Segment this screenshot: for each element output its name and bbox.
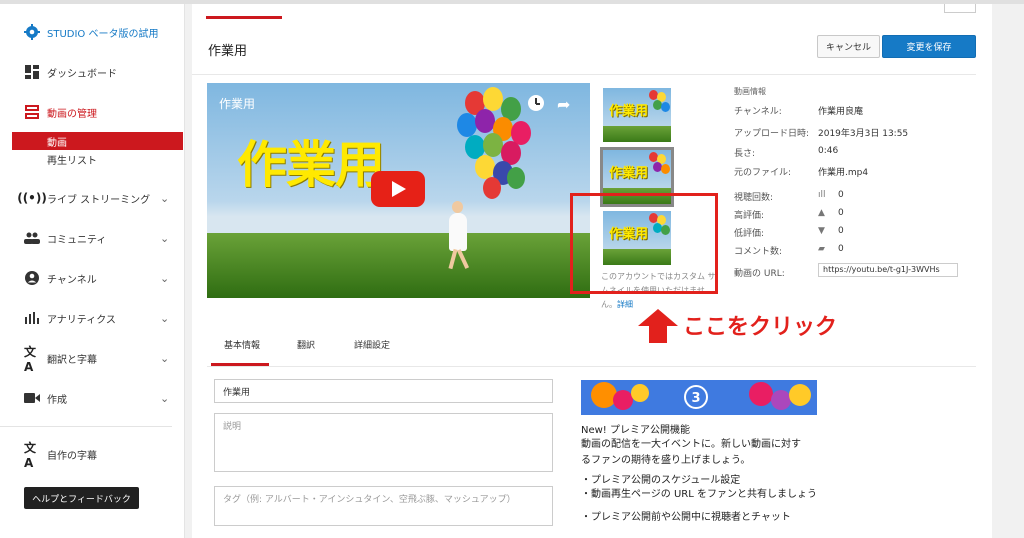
info-comments: コメント数: ▰ 0 (734, 244, 844, 257)
page-title: 作業用 (208, 44, 248, 59)
thumbs-up-icon: ▲ (818, 208, 825, 218)
sidebar-item-channel[interactable]: チャンネル ⌄ (0, 264, 184, 292)
chevron-down-icon: ⌄ (160, 391, 170, 405)
sidebar-item-analytics[interactable]: アナリティクス ⌄ (0, 304, 184, 332)
sidebar-divider (0, 426, 172, 427)
corner-control[interactable] (944, 4, 976, 13)
gear-icon (24, 24, 40, 40)
tab-advanced-settings[interactable]: 詳細設定 (354, 338, 390, 351)
info-length: 長さ: 0:46 (734, 146, 839, 159)
description-textarea[interactable]: 説明 (214, 413, 553, 472)
account-icon (24, 270, 40, 286)
sidebar-item-video-manager[interactable]: 動画の管理 (0, 98, 184, 126)
sidebar-item-playlists[interactable]: 再生リスト (12, 150, 183, 168)
chevron-down-icon: ⌄ (160, 191, 170, 205)
sidebar-item-label: 再生リスト (47, 155, 97, 167)
channel-link[interactable]: 作業用良庵 (818, 104, 863, 117)
sidebar-item-dashboard[interactable]: ダッシュボード (0, 58, 184, 86)
promo-bullet: ・プレミア公開前や公開中に視聴者とチャット (581, 512, 791, 523)
details-link[interactable]: 詳細 (617, 300, 633, 309)
sidebar-item-label: 自作の字幕 (47, 450, 97, 462)
info-original-file: 元のファイル: 作業用.mp4 (734, 168, 869, 178)
share-icon[interactable]: ➦ (557, 95, 570, 114)
title-input[interactable]: 作業用 (214, 379, 553, 403)
active-indicator (206, 16, 282, 19)
video-manager-icon (24, 104, 40, 120)
live-icon: ((•)) (17, 191, 47, 205)
tabs-divider (207, 366, 976, 367)
main-panel: 作業用 キャンセル 変更を保存 作業用 作業用 ➦ 作業用 作業用 作業用 この… (192, 4, 992, 538)
help-feedback-button[interactable]: ヘルプとフィードバック (24, 487, 139, 509)
translate-icon: 文A (24, 440, 37, 470)
translate-icon: 文A (24, 344, 37, 374)
play-button[interactable] (371, 171, 425, 207)
comment-icon: ▰ (818, 244, 825, 254)
sidebar-item-translations[interactable]: 文A 翻訳と字幕 ⌄ (0, 344, 184, 374)
video-url-field[interactable] (818, 263, 958, 277)
sidebar-item-your-subtitles[interactable]: 文A 自作の字幕 (0, 440, 184, 470)
sidebar: STUDIO ベータ版の試用 ダッシュボード 動画の管理 動画 再生リスト ((… (0, 4, 185, 538)
video-info-heading: 動画情報 (734, 87, 766, 96)
chevron-down-icon: ⌄ (160, 271, 170, 285)
promo-title: New! プレミア公開機能 (581, 425, 690, 436)
header-divider (192, 74, 976, 75)
info-views: 視聴回数: ıll 0 (734, 190, 844, 203)
sidebar-item-label: コミュニティ (47, 234, 107, 246)
video-overlay-title: 作業用 (219, 97, 256, 111)
promo-line: るファンの期待を盛り上げましょう。 (581, 455, 751, 466)
video-player[interactable]: 作業用 作業用 ➦ (207, 83, 590, 298)
chevron-down-icon: ⌄ (160, 231, 170, 245)
save-button[interactable]: 変更を保存 (882, 35, 976, 58)
tags-input[interactable]: タグ（例: アルバート・アインシュタイン、空飛ぶ豚、マッシュアップ） (214, 486, 553, 526)
info-dislikes: 低評価: ▼ 0 (734, 226, 844, 239)
watch-later-icon[interactable] (528, 95, 544, 111)
sidebar-item-label: アナリティクス (47, 314, 116, 326)
sidebar-item-label: 動画の管理 (47, 108, 97, 120)
sidebar-item-live[interactable]: ((•)) ライブ ストリーミング ⌄ (0, 184, 184, 212)
dashboard-icon (24, 64, 40, 80)
people-icon (24, 230, 40, 246)
thumbnail-option-1[interactable]: 作業用 (603, 88, 671, 142)
info-upload-date: アップロード日時: 2019年3月3日 13:55 (734, 129, 909, 139)
thumbnail-text: 作業用 (609, 104, 649, 119)
chevron-down-icon: ⌄ (160, 311, 170, 325)
sidebar-item-community[interactable]: コミュニティ ⌄ (0, 224, 184, 252)
chevron-down-icon: ⌄ (160, 351, 170, 365)
cancel-button[interactable]: キャンセル (817, 35, 880, 58)
annotation-text: ここをクリック (683, 315, 838, 340)
sidebar-item-videos[interactable]: 動画 (12, 132, 183, 150)
sidebar-item-create[interactable]: 作成 ⌄ (0, 384, 184, 412)
premiere-promo-banner: 3 (581, 380, 817, 415)
thumbnail-text: 作業用 (609, 166, 649, 181)
promo-bullet: ・動画再生ページの URL をファンと共有しましょう (581, 489, 817, 500)
dancer-figure (449, 213, 467, 251)
bar-chart-icon (24, 310, 40, 326)
sidebar-item-studio-beta[interactable]: STUDIO ベータ版の試用 (0, 18, 184, 46)
info-likes: 高評価: ▲ 0 (734, 208, 844, 221)
sidebar-item-label: チャンネル (47, 274, 97, 286)
sidebar-item-label: 翻訳と字幕 (47, 354, 97, 366)
video-thumbnail-text: 作業用 (237, 136, 385, 194)
promo-line: 動画の配信を一大イベントに。新しい動画に対す (581, 439, 801, 450)
sidebar-item-label: ダッシュボード (47, 68, 117, 80)
countdown-badge: 3 (684, 385, 708, 409)
sidebar-item-label: 作成 (47, 394, 67, 406)
sidebar-item-label: ライブ ストリーミング (47, 194, 151, 206)
arrow-up-icon (638, 309, 678, 343)
annotation-highlight-box (570, 193, 718, 294)
sidebar-item-label: STUDIO ベータ版の試用 (47, 28, 159, 40)
camera-icon (24, 390, 40, 406)
thumbs-down-icon: ▼ (818, 226, 825, 236)
tab-basic-info[interactable]: 基本情報 (224, 338, 260, 351)
bar-chart-icon: ıll (818, 190, 826, 200)
tab-translation[interactable]: 翻訳 (297, 338, 315, 351)
sidebar-item-label: 動画 (47, 137, 67, 149)
info-channel: チャンネル: 作業用良庵 (734, 104, 984, 118)
